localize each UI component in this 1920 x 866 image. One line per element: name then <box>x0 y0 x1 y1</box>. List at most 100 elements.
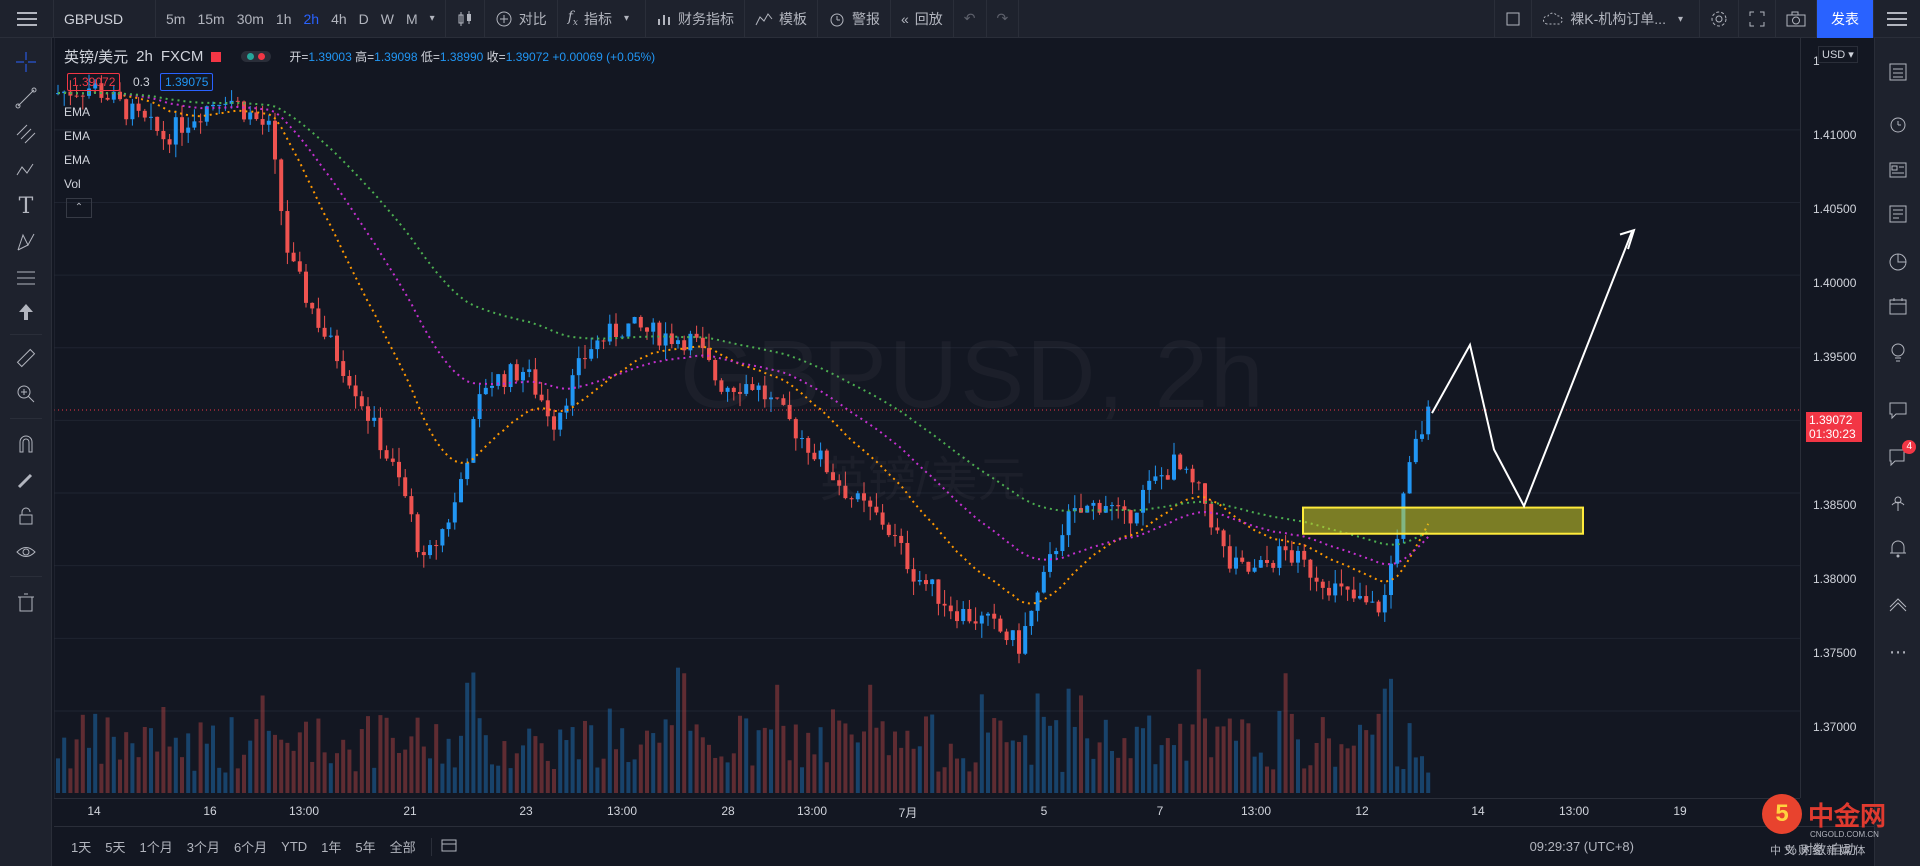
alerts-button[interactable] <box>1884 110 1912 138</box>
undo-button[interactable]: ↶ <box>954 0 987 38</box>
text-tool[interactable]: T <box>12 192 40 220</box>
saved-layout-button[interactable]: 裸K-机构订单... ▾ <box>1532 0 1700 38</box>
calendar-button[interactable] <box>1884 292 1912 320</box>
volume-bar <box>62 737 67 793</box>
lock-icon <box>19 507 33 525</box>
remove-drawings-tool[interactable] <box>12 588 40 616</box>
layout-select-button[interactable] <box>1494 0 1533 38</box>
flag-icon[interactable] <box>211 51 222 62</box>
range-1m[interactable]: 1个月 <box>132 837 179 856</box>
range-5d[interactable]: 5天 <box>98 837 132 856</box>
volume-bar <box>248 740 253 793</box>
lock-tool[interactable] <box>12 502 40 530</box>
more-button[interactable]: ⋯ <box>1884 638 1912 666</box>
symbol-search-button[interactable]: GBPUSD <box>54 0 156 38</box>
volume-bar <box>1091 758 1096 793</box>
interval-w[interactable]: W <box>375 11 400 27</box>
templates-button[interactable]: 模板 <box>745 0 818 38</box>
interval-5m[interactable]: 5m <box>160 11 191 27</box>
chats-button[interactable] <box>1884 396 1912 424</box>
chart-type-button[interactable] <box>446 0 485 38</box>
zoom-tool[interactable] <box>12 380 40 408</box>
financials-button[interactable]: 财务指标 <box>646 0 745 38</box>
streams-button[interactable] <box>1884 488 1912 516</box>
date-range-button[interactable] <box>440 836 458 857</box>
indicator-volume[interactable]: Vol <box>64 177 81 191</box>
watchlist-button[interactable] <box>1884 58 1912 86</box>
candle-body <box>880 512 885 525</box>
indicator-ema-1[interactable]: EMA <box>64 105 90 119</box>
time-axis[interactable]: 14 16 13:00 21 23 13:00 28 13:00 7月 5 7 … <box>54 798 1800 824</box>
interval-15m[interactable]: 15m <box>191 11 230 27</box>
interval-2h[interactable]: 2h <box>298 11 326 27</box>
volume-bar <box>1010 740 1015 793</box>
spread-value: 0.3 <box>133 75 150 89</box>
fullscreen-button[interactable] <box>1739 0 1776 38</box>
bell-button[interactable] <box>1884 534 1912 562</box>
range-ytd[interactable]: YTD <box>274 839 314 854</box>
interval-1h[interactable]: 1h <box>270 11 298 27</box>
collapse-legend-button[interactable]: ⌃ <box>66 198 92 218</box>
range-all[interactable]: 全部 <box>383 837 423 856</box>
volume-bar <box>1110 750 1114 793</box>
volume-bar <box>1283 673 1288 793</box>
range-6m[interactable]: 6个月 <box>227 837 274 856</box>
volume-bar <box>1327 738 1331 793</box>
range-3m[interactable]: 3个月 <box>180 837 227 856</box>
legend-symbol-name[interactable]: 英镑/美元 <box>64 46 128 67</box>
replay-button[interactable]: « 回放 <box>891 0 954 38</box>
alert-button[interactable]: 警报 <box>818 0 891 38</box>
trading-panel-button[interactable] <box>1884 588 1912 616</box>
drawing-toolbar: T <box>0 38 52 866</box>
candle-body <box>80 95 85 97</box>
interval-m[interactable]: M <box>400 11 424 27</box>
time-label: 13:00 <box>1240 804 1272 818</box>
indicator-ema-3[interactable]: EMA <box>64 153 90 167</box>
compare-button[interactable]: 对比 <box>485 0 558 38</box>
indicator-ema-2[interactable]: EMA <box>64 129 90 143</box>
buy-price-button[interactable]: 1.39075 <box>160 73 214 91</box>
redo-button[interactable]: ↷ <box>987 0 1020 38</box>
market-status-badge[interactable] <box>241 51 272 62</box>
volume-bar <box>186 733 191 793</box>
hide-drawings-tool[interactable] <box>12 538 40 566</box>
range-1d[interactable]: 1天 <box>64 837 98 856</box>
trend-line-tool[interactable] <box>12 84 40 112</box>
main-menu-button[interactable] <box>0 0 54 38</box>
interval-30m[interactable]: 30m <box>231 11 270 27</box>
prediction-tool[interactable] <box>12 228 40 256</box>
sell-price-button[interactable]: 1.39072 <box>67 73 121 91</box>
screener-button[interactable] <box>1884 248 1912 276</box>
ideas-button[interactable] <box>1884 338 1912 366</box>
arrow-tool[interactable] <box>12 298 40 326</box>
snapshot-button[interactable] <box>1776 0 1817 38</box>
crosshair-tool[interactable] <box>12 48 40 76</box>
data-window-button[interactable] <box>1884 156 1912 184</box>
patterns-tool[interactable] <box>12 156 40 184</box>
magnet-tool[interactable] <box>12 430 40 458</box>
pitchfork-tool[interactable] <box>12 120 40 148</box>
chevron-down-icon[interactable]: ▾ <box>618 13 635 24</box>
notifications-button[interactable]: 4 <box>1884 440 1916 470</box>
chevron-down-icon[interactable]: ▾ <box>1672 14 1689 25</box>
candle-body <box>1066 511 1071 536</box>
volume-bar <box>1258 752 1263 793</box>
range-1y[interactable]: 1年 <box>314 837 348 856</box>
watchlist-menu-button[interactable] <box>1873 0 1920 38</box>
stay-drawing-tool[interactable] <box>12 466 40 494</box>
indicators-button[interactable]: fx 指标 ▾ <box>558 0 646 38</box>
currency-select[interactable]: USD ▾ <box>1818 46 1858 63</box>
interval-d[interactable]: D <box>353 11 375 27</box>
candle-body <box>1296 550 1300 563</box>
news-button[interactable] <box>1884 200 1912 228</box>
volume-bar <box>1054 720 1059 793</box>
settings-button[interactable] <box>1700 0 1739 38</box>
ruler-tool[interactable] <box>12 344 40 372</box>
range-5y[interactable]: 5年 <box>348 837 382 856</box>
high-value: 1.39098 <box>374 50 418 64</box>
publish-button[interactable]: 发表 <box>1817 0 1873 38</box>
fib-tool[interactable] <box>12 264 40 292</box>
clock-timezone[interactable]: 09:29:37 (UTC+8) <box>1530 839 1634 854</box>
chevron-down-icon[interactable]: ▾ <box>424 13 441 24</box>
interval-4h[interactable]: 4h <box>325 11 353 27</box>
